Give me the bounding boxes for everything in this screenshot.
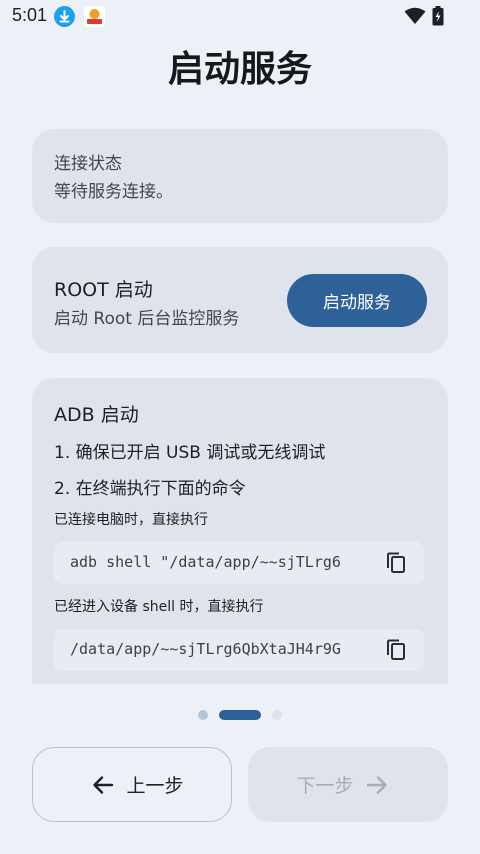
app-notification-icon <box>84 6 105 27</box>
shell-command-box[interactable]: /data/app/~~sjTLrg6QbXtaJH4r9G <box>54 629 424 671</box>
shell-command-text: /data/app/~~sjTLrg6QbXtaJH4r9G <box>70 640 341 658</box>
pager-dot-active <box>219 710 261 720</box>
next-step-button[interactable]: 下一步 <box>248 747 448 822</box>
shell-command-hint: 已经进入设备 shell 时，直接执行 <box>54 599 264 615</box>
start-service-button[interactable]: 启动服务 <box>287 274 427 327</box>
connection-status-card: 连接状态 等待服务连接。 <box>32 129 448 223</box>
root-start-card: ROOT 启动 启动 Root 后台监控服务 启动服务 <box>32 247 448 353</box>
status-bar: 5:01 <box>0 0 480 34</box>
pc-command-hint: 已连接电脑时，直接执行 <box>54 512 208 528</box>
wifi-icon <box>404 7 426 29</box>
pager-dot <box>198 710 208 720</box>
pager-dot <box>272 710 282 720</box>
root-start-title: ROOT 启动 <box>54 279 153 301</box>
arrow-right-icon <box>366 775 388 795</box>
battery-icon <box>432 6 444 30</box>
download-notification-icon <box>54 6 75 27</box>
connection-status-value: 等待服务连接。 <box>54 182 173 202</box>
page-title: 启动服务 <box>167 49 312 90</box>
copy-icon[interactable] <box>386 552 406 578</box>
connection-status-label: 连接状态 <box>54 154 122 174</box>
status-time: 5:01 <box>12 5 48 25</box>
pc-command-box[interactable]: adb shell "/data/app/~~sjTLrg6 <box>54 542 424 584</box>
pc-command-text: adb shell "/data/app/~~sjTLrg6 <box>70 553 341 571</box>
previous-step-label: 上一步 <box>126 775 184 797</box>
next-step-label: 下一步 <box>296 775 354 797</box>
adb-start-title: ADB 启动 <box>54 404 139 426</box>
root-start-description: 启动 Root 后台监控服务 <box>54 309 240 329</box>
pager-indicator <box>0 710 480 722</box>
arrow-left-icon <box>92 775 114 795</box>
adb-step-1: 1. 确保已开启 USB 调试或无线调试 <box>54 443 326 463</box>
adb-start-card[interactable]: ADB 启动 1. 确保已开启 USB 调试或无线调试 2. 在终端执行下面的命… <box>32 378 448 684</box>
copy-icon[interactable] <box>386 639 406 665</box>
previous-step-button[interactable]: 上一步 <box>32 747 232 822</box>
adb-step-2: 2. 在终端执行下面的命令 <box>54 479 246 499</box>
